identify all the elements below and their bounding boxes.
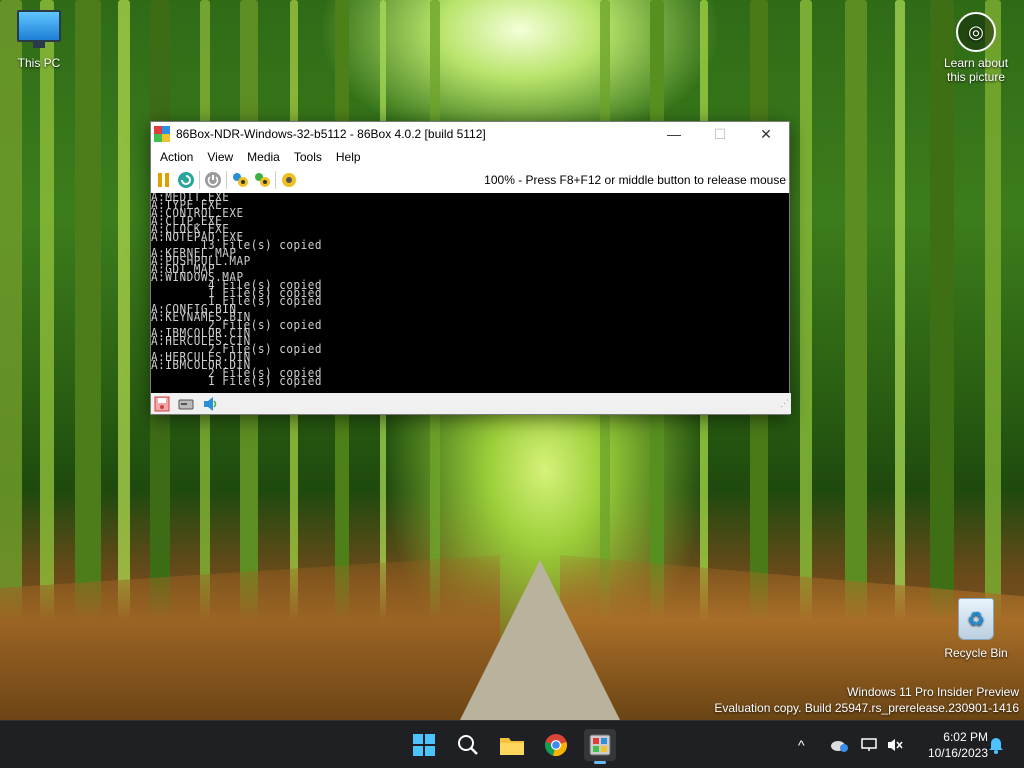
- floppy-drive-icon[interactable]: [153, 396, 171, 412]
- resize-grip-icon[interactable]: ⋰: [780, 398, 789, 409]
- cloud-info-icon: [831, 741, 848, 752]
- menu-help[interactable]: Help: [329, 150, 368, 164]
- desktop-icon-label: Recycle Bin: [944, 646, 1008, 660]
- desktop-icon-label: this picture: [946, 70, 1006, 84]
- bell-icon: [989, 738, 1003, 754]
- menu-tools[interactable]: Tools: [287, 150, 329, 164]
- volume-tray-button[interactable]: [886, 721, 904, 769]
- show-hidden-icons-button[interactable]: ^: [798, 721, 805, 769]
- search-icon: [458, 735, 478, 755]
- weather-tray-button[interactable]: [830, 721, 848, 769]
- desktop-icon-learn-about-picture[interactable]: ◎ Learn about this picture: [936, 12, 1016, 84]
- stone-path: [460, 560, 620, 720]
- network-tray-button[interactable]: [860, 721, 878, 769]
- emulator-screen[interactable]: A:MEDIT.EXE A:TYPE.EXE A:CONTROL.EXE A:CLIP…: [151, 193, 789, 393]
- pause-icon[interactable]: [153, 170, 175, 190]
- mouse-capture-status: 100% - Press F8+F12 or middle button to …: [484, 173, 786, 187]
- reset-icon[interactable]: [175, 170, 197, 190]
- camera-icon: ◎: [956, 12, 996, 52]
- 86box-app-icon: [154, 126, 170, 142]
- hard-disk-icon[interactable]: [177, 396, 195, 412]
- status-bar: ⋰: [151, 393, 791, 414]
- menu-media[interactable]: Media: [240, 150, 287, 164]
- menu-view[interactable]: View: [200, 150, 240, 164]
- desktop-icon-label: Learn about: [943, 56, 1009, 70]
- toolbar-separator: [199, 171, 200, 189]
- window-title: 86Box-NDR-Windows-32-b5112 - 86Box 4.0.2…: [176, 127, 486, 141]
- recycle-bin-icon: ♻: [958, 598, 994, 640]
- monitor-icon: [17, 10, 61, 48]
- 86box-icon: [589, 734, 611, 756]
- minimize-button[interactable]: —: [651, 122, 697, 146]
- clock[interactable]: 6:02 PM 10/16/2023: [928, 729, 988, 761]
- file-explorer-icon: [500, 738, 524, 755]
- chevron-up-icon: ^: [798, 737, 805, 753]
- network-icon: [861, 738, 877, 751]
- 86box-taskbar-button[interactable]: [584, 729, 616, 764]
- file-explorer-button[interactable]: [496, 729, 528, 761]
- clock-date: 10/16/2023: [927, 746, 988, 760]
- desktop-icon-label: This PC: [17, 56, 61, 70]
- clock-time: 6:02 PM: [943, 730, 988, 744]
- maximize-button[interactable]: ☐: [697, 122, 743, 146]
- console-line: 1 File(s) copied: [151, 373, 322, 389]
- watermark-edition: Windows 11 Pro Insider Preview: [847, 685, 1019, 699]
- close-button[interactable]: ✕: [743, 122, 789, 146]
- ctrl-alt-esc-icon[interactable]: [251, 170, 273, 190]
- windows-logo-icon: [413, 734, 435, 756]
- menu-action[interactable]: Action: [153, 150, 200, 164]
- notifications-button[interactable]: [988, 721, 1004, 769]
- sound-icon[interactable]: [201, 396, 219, 412]
- power-icon[interactable]: [202, 170, 224, 190]
- toolbar-separator: [275, 171, 276, 189]
- windows-watermark: Windows 11 Pro Insider Preview Evaluatio…: [714, 684, 1019, 716]
- ctrl-alt-del-icon[interactable]: [229, 170, 251, 190]
- settings-icon[interactable]: [278, 170, 300, 190]
- chrome-icon: [545, 734, 567, 756]
- start-button[interactable]: [408, 729, 440, 761]
- watermark-build: Evaluation copy. Build 25947.rs_prerelea…: [714, 701, 1019, 715]
- search-button[interactable]: [452, 729, 484, 761]
- taskbar: ^ 6:02 PM 10/16/2023: [0, 720, 1024, 768]
- desktop-icon-this-pc[interactable]: This PC: [12, 10, 66, 70]
- 86box-window: 86Box-NDR-Windows-32-b5112 - 86Box 4.0.2…: [150, 121, 791, 415]
- speaker-muted-icon: [888, 739, 903, 751]
- menu-bar: Action View Media Tools Help: [151, 146, 789, 168]
- window-titlebar[interactable]: 86Box-NDR-Windows-32-b5112 - 86Box 4.0.2…: [151, 122, 789, 146]
- toolbar-separator: [226, 171, 227, 189]
- desktop-icon-recycle-bin[interactable]: ♻ Recycle Bin: [940, 598, 1012, 660]
- toolbar: 100% - Press F8+F12 or middle button to …: [151, 168, 789, 192]
- dos-console-output: A:MEDIT.EXE A:TYPE.EXE A:CONTROL.EXE A:CLIP…: [151, 193, 789, 389]
- chrome-button[interactable]: [540, 729, 572, 761]
